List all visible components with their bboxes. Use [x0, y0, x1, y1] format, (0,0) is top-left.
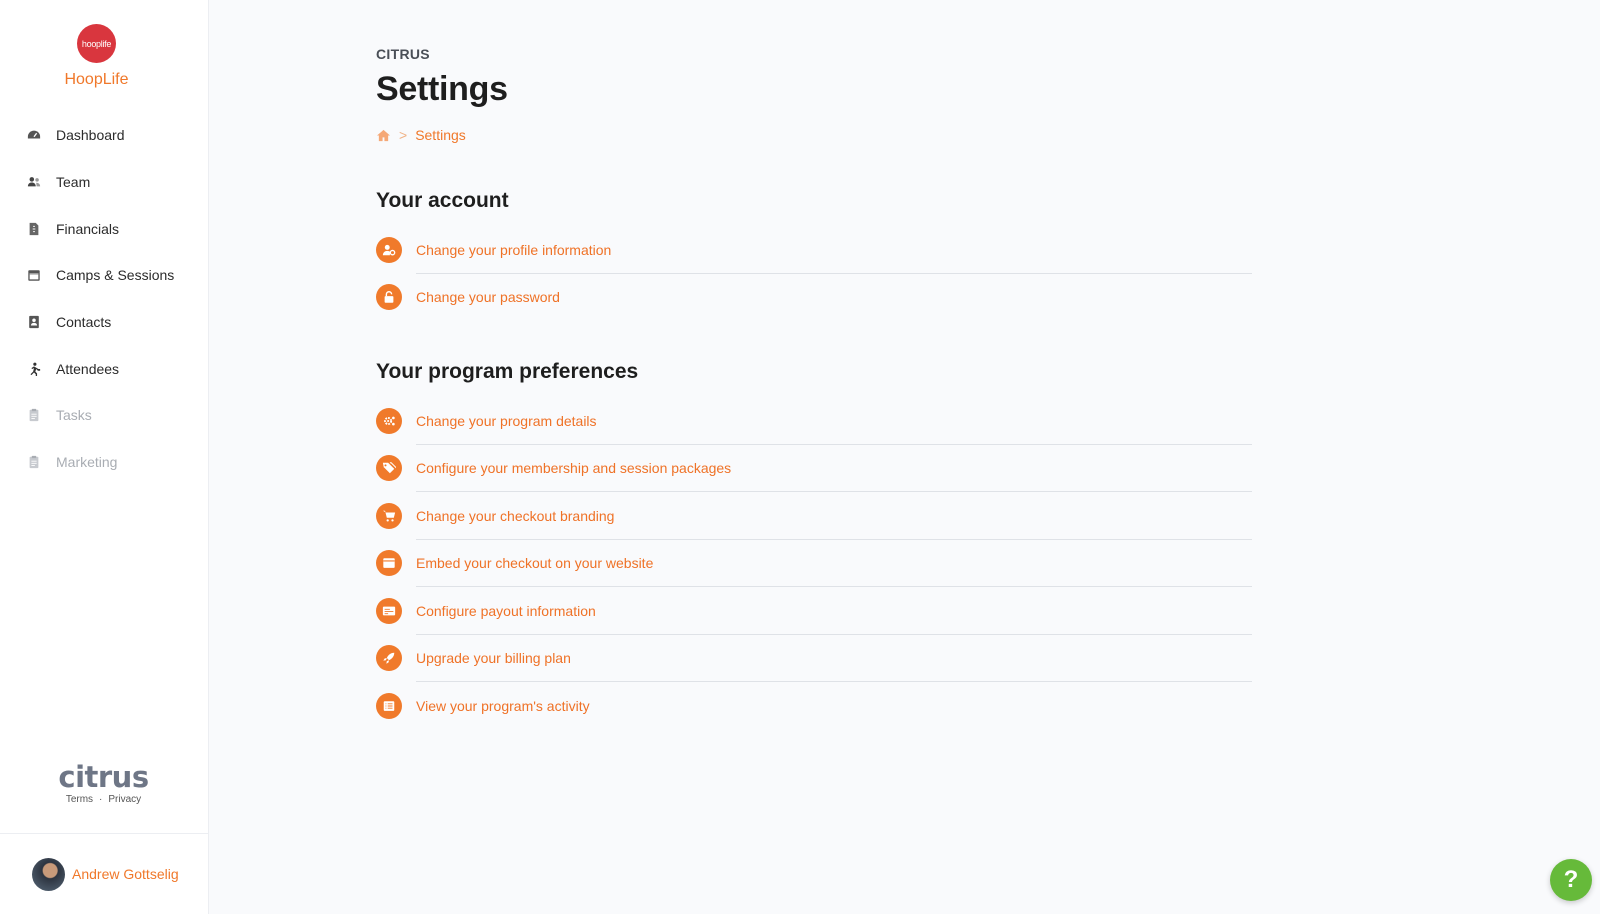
financials-icon: [27, 222, 41, 236]
dashboard-icon: [27, 128, 41, 142]
sidebar-item-marketing[interactable]: Marketing: [0, 439, 209, 486]
account-settings-list: Change your profile information Change y…: [376, 226, 1252, 321]
sidebar-item-camps-sessions[interactable]: Camps & Sessions: [0, 252, 209, 299]
clipboard-icon: [27, 408, 41, 422]
citrus-logo: citrus: [58, 760, 149, 794]
cart-icon: [376, 502, 402, 529]
terms-link[interactable]: Terms: [66, 794, 93, 805]
sidebar-item-tasks[interactable]: Tasks: [0, 392, 209, 439]
calendar-icon: [27, 268, 41, 282]
row-label: Change your program details: [416, 412, 597, 429]
sidebar-item-attendees[interactable]: Attendees: [0, 345, 209, 392]
profile-information-link[interactable]: Change your profile information: [376, 226, 1252, 274]
clipboard-icon: [27, 455, 41, 469]
password-link[interactable]: Change your password: [376, 274, 1252, 322]
privacy-link[interactable]: Privacy: [108, 794, 141, 805]
sidebar-footer: citrus Terms · Privacy: [0, 762, 207, 805]
program-activity-link[interactable]: View your program's activity: [376, 682, 1252, 730]
sidebar-item-contacts[interactable]: Contacts: [0, 299, 209, 346]
avatar[interactable]: [32, 857, 65, 891]
user-cog-icon: [376, 236, 402, 263]
page-eyebrow: CITRUS: [376, 46, 430, 62]
row-label: Configure your membership and session pa…: [416, 460, 732, 477]
row-label: Upgrade your billing plan: [416, 650, 571, 667]
section-title-account: Your account: [376, 189, 509, 212]
billing-plan-link[interactable]: Upgrade your billing plan: [376, 635, 1252, 683]
breadcrumb: > Settings: [376, 127, 466, 143]
membership-packages-link[interactable]: Configure your membership and session pa…: [376, 445, 1252, 493]
contacts-icon: [27, 315, 41, 329]
breadcrumb-current[interactable]: Settings: [415, 127, 466, 143]
brand-logo[interactable]: hooplife: [77, 24, 116, 63]
user-name[interactable]: Andrew Gottselig: [72, 866, 179, 882]
help-button[interactable]: ?: [1550, 859, 1592, 901]
sidebar-item-label: Financials: [56, 220, 120, 237]
footer-links: Terms · Privacy: [0, 794, 207, 805]
row-label: Configure payout information: [416, 602, 596, 619]
program-settings-list: Change your program details Configure yo…: [376, 397, 1252, 730]
money-check-icon: [376, 597, 402, 624]
breadcrumb-separator: >: [399, 127, 408, 143]
program-details-link[interactable]: Change your program details: [376, 397, 1252, 445]
sidebar-item-label: Team: [56, 174, 91, 191]
home-icon[interactable]: [376, 129, 391, 142]
team-icon: [27, 175, 41, 189]
sidebar-item-label: Dashboard: [56, 127, 125, 144]
embed-checkout-link[interactable]: Embed your checkout on your website: [376, 540, 1252, 588]
checkout-branding-link[interactable]: Change your checkout branding: [376, 492, 1252, 540]
sidebar-item-label: Marketing: [56, 454, 118, 471]
sidebar-item-dashboard[interactable]: Dashboard: [0, 112, 209, 159]
rocket-icon: [376, 645, 402, 672]
section-title-program: Your program preferences: [376, 360, 639, 383]
window-icon: [376, 550, 402, 577]
attendees-icon: [27, 362, 41, 376]
sidebar-item-team[interactable]: Team: [0, 159, 209, 206]
sidebar-item-label: Camps & Sessions: [56, 267, 175, 284]
footer-separator: ·: [99, 794, 103, 805]
row-label: View your program's activity: [416, 697, 590, 714]
row-label: Embed your checkout on your website: [416, 555, 654, 572]
row-label: Change your checkout branding: [416, 507, 615, 524]
payout-information-link[interactable]: Configure payout information: [376, 587, 1252, 635]
row-label: Change your password: [416, 289, 560, 306]
page-title: Settings: [376, 70, 508, 108]
brand[interactable]: hooplife HoopLife: [0, 24, 193, 89]
cogs-icon: [376, 407, 402, 434]
user-menu[interactable]: Andrew Gottselig: [0, 833, 208, 914]
lock-icon: [376, 284, 402, 311]
tags-icon: [376, 455, 402, 482]
sidebar-item-label: Contacts: [56, 314, 112, 331]
row-label: Change your profile information: [416, 241, 612, 258]
sidebar-item-label: Tasks: [56, 407, 92, 424]
brand-name[interactable]: HoopLife: [0, 71, 193, 89]
sidebar-item-financials[interactable]: Financials: [0, 205, 209, 252]
list-icon: [376, 692, 402, 719]
sidebar: hooplife HoopLife Dashboard Team Financi…: [0, 0, 209, 914]
sidebar-item-label: Attendees: [56, 360, 120, 377]
sidebar-nav: Dashboard Team Financials Camps & Sessio…: [0, 112, 209, 486]
